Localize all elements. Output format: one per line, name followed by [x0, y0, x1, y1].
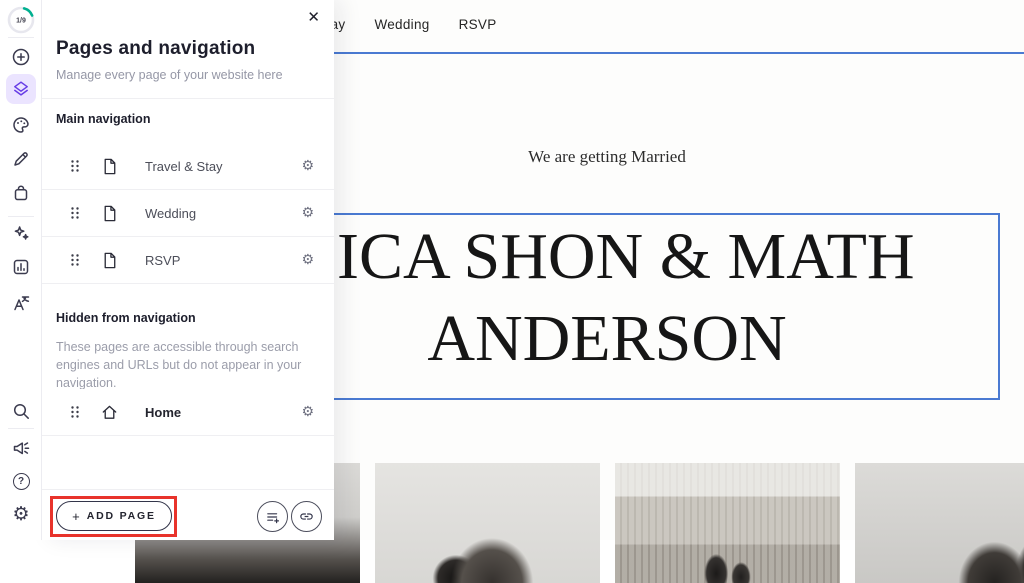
plus-circle-icon — [12, 48, 30, 66]
page-label: Home — [145, 404, 182, 420]
drag-handle-icon[interactable] — [66, 251, 84, 269]
design-button[interactable] — [6, 110, 36, 140]
page-row-home[interactable]: Home ⚙ — [42, 389, 334, 436]
layers-icon — [14, 81, 28, 96]
analytics-button[interactable] — [6, 252, 36, 282]
help-button[interactable]: ? — [6, 466, 36, 496]
section-heading-hidden: Hidden from navigation — [56, 311, 196, 325]
page-row-rsvp[interactable]: RSVP ⚙ — [42, 237, 334, 284]
hidden-section-description: These pages are accessible through searc… — [56, 340, 302, 390]
add-navigation-item-button[interactable] — [257, 501, 288, 532]
divider — [42, 489, 334, 490]
add-element-button[interactable] — [6, 42, 36, 72]
panel-title: Pages and navigation — [56, 38, 256, 59]
site-nav-link-rsvp[interactable]: RSVP — [459, 17, 497, 32]
divider — [8, 37, 34, 38]
languages-button[interactable] — [6, 288, 36, 318]
pages-button[interactable] — [6, 74, 36, 104]
plus-icon: + — [72, 508, 80, 524]
store-button[interactable] — [6, 178, 36, 208]
list-plus-icon — [266, 512, 279, 523]
page-file-icon — [100, 251, 119, 270]
search-button[interactable] — [6, 396, 36, 426]
translate-icon — [14, 296, 30, 311]
megaphone-icon — [13, 442, 30, 455]
page-label: Travel & Stay — [145, 158, 223, 174]
bar-chart-icon — [13, 259, 29, 275]
page-settings-gear-icon[interactable]: ⚙ — [301, 252, 314, 268]
site-nav-link-wedding[interactable]: Wedding — [374, 17, 429, 32]
settings-button[interactable]: ⚙ — [6, 499, 36, 529]
page-row-wedding[interactable]: Wedding ⚙ — [42, 190, 334, 237]
gallery-photo[interactable] — [855, 463, 1024, 583]
drag-handle-icon[interactable] — [66, 157, 84, 175]
gallery-photo[interactable] — [375, 463, 600, 583]
question-icon: ? — [12, 472, 30, 490]
gallery-photo[interactable] — [615, 463, 840, 583]
announcements-button[interactable] — [6, 433, 36, 463]
edit-button[interactable] — [6, 144, 36, 174]
link-icon — [300, 513, 313, 520]
panel-subtitle: Manage every page of your website here — [56, 68, 283, 82]
drag-handle-icon[interactable] — [66, 403, 84, 421]
add-page-label: ADD PAGE — [86, 510, 156, 522]
search-icon — [13, 403, 29, 419]
divider — [42, 98, 334, 99]
divider — [8, 216, 34, 217]
close-icon[interactable]: ✕ — [307, 8, 320, 26]
drag-handle-icon[interactable] — [66, 204, 84, 222]
shopping-bag-icon — [14, 185, 28, 201]
page-label: RSVP — [145, 252, 181, 268]
ai-tools-button[interactable] — [6, 218, 36, 248]
page-settings-gear-icon[interactable]: ⚙ — [301, 158, 314, 174]
page-settings-gear-icon[interactable]: ⚙ — [301, 205, 314, 221]
pages-panel: ✕ Pages and navigation Manage every page… — [42, 0, 334, 540]
setup-progress-ring[interactable]: 1/9 — [6, 5, 36, 35]
editor-sidebar: 1/9 ? ⚙ — [0, 0, 42, 540]
page-label: Wedding — [145, 205, 197, 221]
hero-heading-line1[interactable]: ICA SHON & MATH — [337, 224, 915, 290]
sparkles-icon — [14, 226, 29, 240]
gear-icon: ⚙ — [12, 502, 30, 525]
progress-label: 1/9 — [16, 18, 26, 25]
page-file-icon — [100, 157, 119, 176]
palette-icon — [13, 117, 29, 133]
page-settings-gear-icon[interactable]: ⚙ — [301, 404, 314, 420]
pencil-icon — [14, 152, 28, 166]
divider — [8, 428, 34, 429]
section-heading-main-navigation: Main navigation — [56, 112, 151, 126]
page-file-icon — [100, 204, 119, 223]
home-icon — [100, 403, 119, 422]
add-page-button[interactable]: + ADD PAGE — [56, 501, 172, 531]
page-row-travel-stay[interactable]: Travel & Stay ⚙ — [42, 143, 334, 190]
add-link-button[interactable] — [291, 501, 322, 532]
